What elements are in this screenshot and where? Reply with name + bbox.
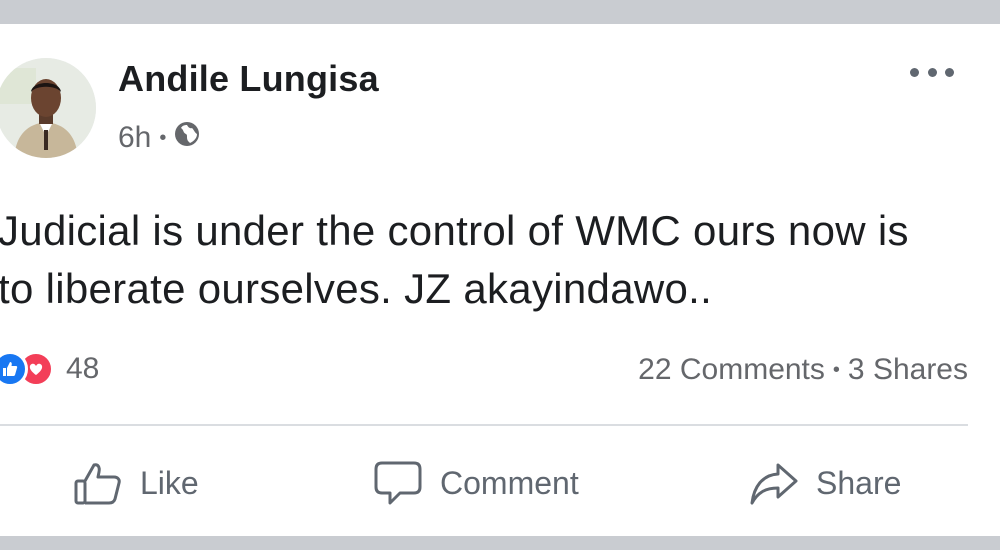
comments-count[interactable]: 22 Comments [638,353,825,387]
globe-icon[interactable] [174,121,200,155]
post-actions: Like Comment Share [0,454,1000,512]
avatar[interactable] [0,58,96,158]
share-button[interactable]: Share [748,454,901,512]
shares-count[interactable]: 3 Shares [848,353,968,387]
more-options-icon[interactable] [910,60,954,84]
like-label: Like [140,464,199,501]
engagement-summary: 22 Comments • 3 Shares [638,352,968,388]
post-meta: 6h • [118,120,200,156]
author-name[interactable]: Andile Lungisa [118,58,379,100]
reactions-summary[interactable]: 48 [0,350,99,388]
comment-label: Comment [440,464,579,501]
post-time[interactable]: 6h [118,121,151,155]
like-button[interactable]: Like [72,454,199,512]
reaction-count: 48 [66,352,100,385]
share-icon [750,463,798,505]
comment-button[interactable]: Comment [372,454,579,512]
more-dot [927,67,937,77]
post-text-line: to liberate ourselves. JZ akayindawo.. [0,265,713,312]
post-card: Andile Lungisa 6h • Judicial is under th… [0,24,1000,536]
comment-icon [374,461,422,505]
post-text: Judicial is under the control of WMC our… [0,202,988,318]
thumbs-up-icon [74,463,121,505]
post-text-line: Judicial is under the control of WMC our… [0,207,909,254]
meta-separator: • [159,126,167,149]
share-label: Share [816,464,902,501]
more-dot [910,67,919,77]
more-dot [945,67,954,77]
divider [0,424,968,426]
engagement-separator: • [832,358,840,381]
